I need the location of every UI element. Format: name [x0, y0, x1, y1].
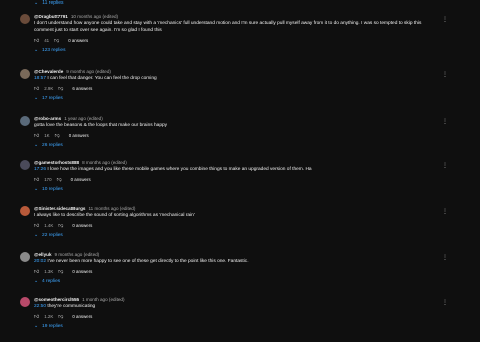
thumbs-down-icon[interactable]: 👎︎: [58, 223, 63, 229]
thumbs-up-icon[interactable]: 👍︎: [34, 133, 39, 139]
view-replies-label: 4 replies: [42, 279, 61, 284]
thumbs-up-icon[interactable]: 👍︎: [34, 177, 39, 183]
like-count: 1.4K: [44, 223, 54, 228]
chevron-down-icon: ⌄: [34, 0, 39, 6]
avatar[interactable]: [20, 252, 30, 262]
avatar[interactable]: [20, 206, 30, 216]
reply-button[interactable]: 0 answers: [72, 269, 92, 274]
like-count: 170: [44, 177, 52, 182]
reply-button[interactable]: 0 answers: [69, 133, 89, 138]
comment: @Sinister.sidecatBurgs 11 months ago (edi…: [20, 206, 460, 244]
chevron-down-icon: ⌄: [34, 187, 39, 192]
comment-author[interactable]: @Sinister.sidecatBurgs: [34, 206, 85, 211]
chevron-down-icon: ⌄: [34, 48, 39, 53]
more-vertical-icon[interactable]: ⋮: [442, 254, 448, 261]
timestamp-link[interactable]: 22:50: [34, 304, 46, 309]
comment-text: I love how the images and you like these…: [47, 167, 312, 172]
comment: @robo-arms 1 year ago (edited) gotta love…: [20, 116, 460, 154]
comment-time[interactable]: 1 year ago (edited): [64, 116, 103, 121]
comment-author[interactable]: @gamestorhosts888: [34, 160, 79, 165]
reply-button[interactable]: 0 answers: [71, 177, 91, 182]
thumbs-up-icon[interactable]: 👍︎: [34, 314, 39, 320]
comment-time[interactable]: 11 months ago (edited): [88, 206, 135, 211]
comment: @ellyuk 9 months ago (edited) 20:02 I've …: [20, 252, 460, 290]
thumbs-down-icon[interactable]: 👎︎: [54, 38, 59, 44]
more-vertical-icon[interactable]: ⋮: [442, 162, 448, 169]
more-vertical-icon[interactable]: ⋮: [442, 16, 448, 23]
chevron-down-icon: ⌄: [34, 279, 39, 284]
comment-time[interactable]: 10 months ago (edited): [71, 14, 118, 19]
more-vertical-icon[interactable]: ⋮: [442, 208, 448, 215]
comment-author[interactable]: @ellyuk: [34, 252, 52, 257]
reply-button[interactable]: 6 answers: [72, 86, 92, 91]
avatar[interactable]: [20, 69, 30, 79]
view-replies-button[interactable]: ⌄ 123 replies: [34, 48, 460, 53]
comment-author[interactable]: @robo-arms: [34, 116, 61, 121]
comment-text: I always like to describe the sound of s…: [34, 213, 195, 218]
view-replies-label: 17 replies: [42, 96, 63, 101]
view-replies-button[interactable]: ⌄ 11 replies: [34, 0, 64, 6]
view-replies-label: 19 replies: [42, 324, 63, 329]
reply-button[interactable]: 0 answers: [72, 314, 92, 319]
comment-text: gotta love the beasons & the loops that …: [34, 123, 168, 128]
chevron-down-icon: ⌄: [34, 96, 39, 101]
view-replies-button[interactable]: ⌄ 17 replies: [34, 96, 460, 101]
like-count: 1.2K: [44, 314, 54, 319]
comment-text: I can feel that danger. You can feel the…: [47, 76, 157, 81]
thumbs-up-icon[interactable]: 👍︎: [34, 86, 39, 92]
chevron-down-icon: ⌄: [34, 233, 39, 238]
comment-time[interactable]: 9 months ago (edited): [55, 252, 100, 257]
view-replies-label: 11 replies: [42, 0, 64, 6]
thumbs-down-icon[interactable]: 👎︎: [55, 133, 60, 139]
avatar[interactable]: [20, 297, 30, 307]
view-replies-label: 26 replies: [42, 143, 63, 148]
like-count: 1K: [44, 133, 50, 138]
more-vertical-icon[interactable]: ⋮: [442, 118, 448, 125]
thumbs-down-icon[interactable]: 👎︎: [58, 314, 63, 320]
thumbs-up-icon[interactable]: 👍︎: [34, 269, 39, 275]
avatar[interactable]: [20, 116, 30, 126]
comment-author[interactable]: @someothercircl555: [34, 297, 79, 302]
thumbs-down-icon[interactable]: 👎︎: [58, 269, 63, 275]
timestamp-link[interactable]: 18:57: [34, 76, 46, 81]
comment-time[interactable]: 1 month ago (edited): [82, 297, 124, 302]
comment: @gamestorhosts888 8 months ago (edited) 1…: [20, 160, 460, 198]
like-count: 41: [44, 38, 50, 43]
chevron-down-icon: ⌄: [34, 143, 39, 148]
comment: @Chevalerde 9 months ago (edited) 18:57 I…: [20, 69, 460, 107]
thumbs-down-icon[interactable]: 👎︎: [58, 86, 63, 92]
comment: @Dragbutt7791 10 months ago (edited) I do…: [20, 14, 460, 64]
view-replies-label: 123 replies: [42, 48, 66, 53]
comment-author[interactable]: @Dragbutt7791: [34, 14, 68, 19]
comment-time[interactable]: 8 months ago (edited): [82, 160, 127, 165]
timestamp-link[interactable]: 20:02: [34, 259, 46, 264]
thumbs-up-icon[interactable]: 👍︎: [34, 223, 39, 229]
reply-button[interactable]: 0 answers: [72, 223, 92, 228]
view-replies-button[interactable]: ⌄ 10 replies: [34, 187, 460, 192]
avatar[interactable]: [20, 14, 30, 24]
thumbs-down-icon[interactable]: 👎︎: [57, 177, 62, 183]
avatar[interactable]: [20, 160, 30, 170]
view-replies-label: 22 replies: [42, 233, 63, 238]
timestamp-link[interactable]: 17:26: [34, 167, 46, 172]
view-replies-button[interactable]: ⌄ 4 replies: [34, 279, 460, 284]
comment-text: I don't understand how anyone could take…: [34, 21, 422, 26]
comment-text: I've never been more happy to see one of…: [47, 259, 249, 264]
like-count: 1.3K: [44, 269, 54, 274]
comment-text: they're communicating: [47, 304, 96, 309]
like-count: 2.9K: [44, 86, 54, 91]
comment: @someothercircl555 1 month ago (edited) 2…: [20, 297, 460, 339]
comment-time[interactable]: 9 months ago (edited): [66, 69, 111, 74]
view-replies-button[interactable]: ⌄ 19 replies: [34, 324, 460, 329]
chevron-down-icon: ⌄: [34, 324, 39, 329]
comment-text-continued: comment just to start over see again. I'…: [34, 28, 162, 33]
thumbs-up-icon[interactable]: 👍︎: [34, 38, 39, 44]
view-replies-button[interactable]: ⌄ 22 replies: [34, 233, 460, 238]
view-replies-button[interactable]: ⌄ 26 replies: [34, 143, 460, 148]
more-vertical-icon[interactable]: ⋮: [442, 71, 448, 78]
reply-button[interactable]: 0 answers: [68, 38, 88, 43]
comment-author[interactable]: @Chevalerde: [34, 69, 63, 74]
more-vertical-icon[interactable]: ⋮: [442, 299, 448, 306]
view-replies-label: 10 replies: [42, 187, 63, 192]
